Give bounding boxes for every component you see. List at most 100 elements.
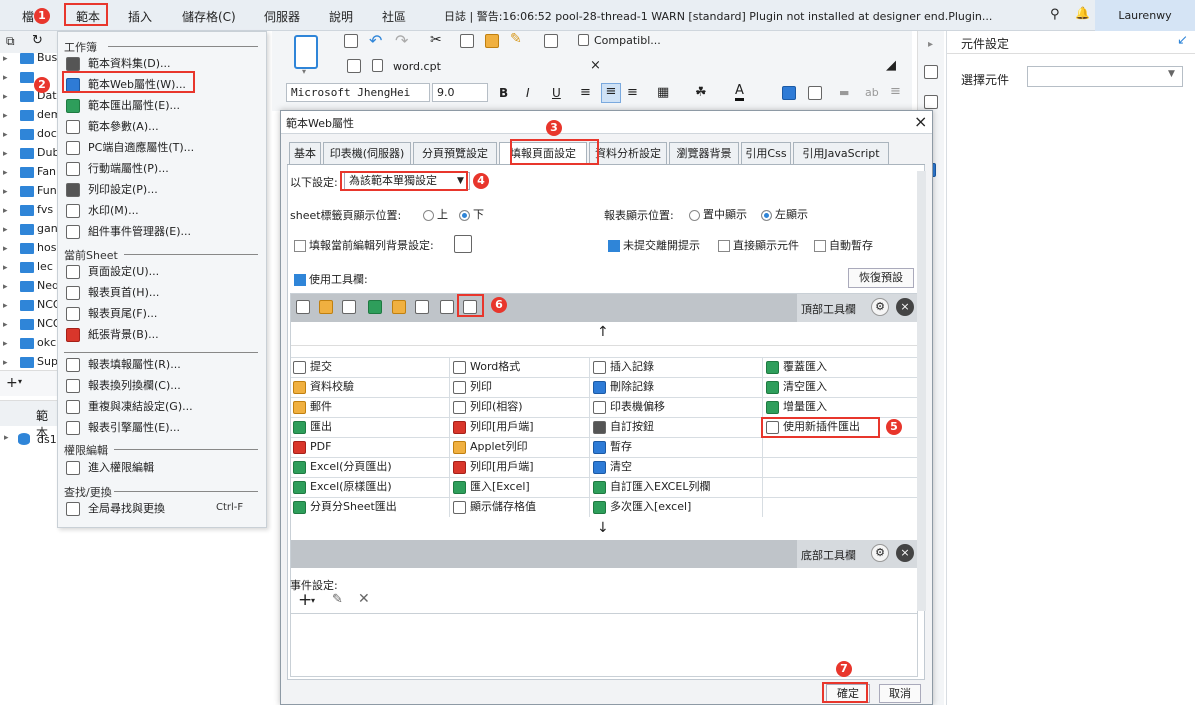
toolbar-button-option[interactable]: PDF xyxy=(291,437,449,457)
menu-item[interactable]: 列印設定(P)... xyxy=(66,180,262,200)
toolbar-button-option[interactable]: 增量匯入 xyxy=(764,397,918,417)
save-icon[interactable] xyxy=(344,34,358,48)
menu-item[interactable]: 水印(M)... xyxy=(66,201,262,221)
paste-icon[interactable] xyxy=(485,34,499,48)
dialog-tab[interactable]: 分頁預覽設定 xyxy=(413,142,497,164)
print-icon[interactable] xyxy=(342,300,356,314)
radio-center[interactable]: 置中顯示 xyxy=(686,206,747,222)
menu-item[interactable]: 進入權限編輯 xyxy=(66,458,262,478)
close-icon[interactable]: × xyxy=(914,112,927,131)
freeze-icon[interactable] xyxy=(782,86,796,100)
expand-icon[interactable]: ▸ xyxy=(3,149,8,159)
menu-item[interactable]: 行動端屬性(P)... xyxy=(66,159,262,179)
menu-item[interactable]: 組件事件管理器(E)... xyxy=(66,222,262,242)
mail-icon[interactable] xyxy=(392,300,406,314)
dialog-tab[interactable]: 瀏覽器背景 xyxy=(669,142,739,164)
expand-icon[interactable]: ▸ xyxy=(3,73,8,83)
text-icon[interactable]: ab xyxy=(865,86,879,99)
expand-icon[interactable]: ▸ xyxy=(3,225,8,235)
dialog-tab[interactable]: 引用Css xyxy=(741,142,791,164)
border-icon[interactable]: ▦ xyxy=(657,85,669,100)
grid-icon[interactable] xyxy=(347,59,361,73)
close-icon[interactable]: × xyxy=(590,58,601,73)
cut-icon[interactable]: ✂ xyxy=(430,32,442,48)
toolbar-button-option[interactable]: 刪除記錄 xyxy=(591,377,762,397)
unsubmitted-checkbox[interactable]: 未提交離開提示 xyxy=(608,237,700,253)
italic-icon[interactable]: I xyxy=(526,86,530,100)
verify-icon[interactable] xyxy=(319,300,333,314)
menu-insert[interactable]: 插入 xyxy=(128,8,152,25)
menu-item[interactable]: 報表頁首(H)... xyxy=(66,283,262,303)
toolbar-button-option[interactable]: 插入記錄 xyxy=(591,357,762,377)
gear-icon[interactable]: ⚙ xyxy=(871,298,889,316)
toolbar-button-option[interactable]: 列印 xyxy=(451,377,589,397)
redo-icon[interactable]: ↷ xyxy=(395,31,408,50)
arrow-up-icon[interactable]: ↑ xyxy=(597,324,609,340)
scrollbar[interactable] xyxy=(917,171,926,611)
collapse-icon[interactable]: ↙ xyxy=(1177,33,1188,48)
pin-icon[interactable]: ◢ xyxy=(886,58,896,73)
expand-icon[interactable]: ▸ xyxy=(3,168,8,178)
menu-item[interactable]: 報表頁尾(F)... xyxy=(66,304,262,324)
toolbar-button-option[interactable]: 匯入[Excel] xyxy=(451,477,589,497)
chevron-down-icon[interactable]: ▾ xyxy=(302,67,306,76)
menu-server[interactable]: 伺服器 xyxy=(264,8,300,25)
menu-cell[interactable]: 儲存格(C) xyxy=(182,8,236,25)
align-left-icon[interactable]: ≡ xyxy=(580,85,591,100)
dialog-tab[interactable]: 基本 xyxy=(289,142,321,164)
arrow-down-icon[interactable]: ↓ xyxy=(597,520,609,536)
format-brush-icon[interactable]: ✎ xyxy=(510,31,522,47)
expand-icon[interactable]: ▸ xyxy=(3,111,8,121)
template-icon[interactable] xyxy=(294,35,318,69)
expand-icon[interactable]: ▸ xyxy=(3,130,8,140)
font-color-icon[interactable]: A xyxy=(735,83,744,101)
menu-item[interactable]: 重複與凍結設定(G)... xyxy=(66,397,262,417)
wrap-icon[interactable]: ≡ xyxy=(890,84,901,99)
fill-color-icon[interactable]: ☘ xyxy=(695,85,707,100)
toolbar-button-option[interactable]: 列印[用戶端] xyxy=(451,417,589,437)
expand-icon[interactable]: ▸ xyxy=(3,54,8,64)
toolbar-button-option[interactable]: 提交 xyxy=(291,357,449,377)
edit-icon[interactable]: ✎ xyxy=(332,592,343,607)
toolbar-button-option[interactable]: 顯示儲存格值 xyxy=(451,497,589,517)
toolbar-button-option[interactable]: 清空匯入 xyxy=(764,377,918,397)
expand-icon[interactable]: ▸ xyxy=(3,206,8,216)
expand-icon[interactable]: ▸ xyxy=(3,187,8,197)
expand-icon[interactable]: ▸ xyxy=(3,301,8,311)
toolbar-button-option[interactable]: 清空 xyxy=(591,457,762,477)
auto-save-checkbox[interactable]: 自動暫存 xyxy=(814,237,873,253)
remove-icon[interactable]: × xyxy=(896,544,914,562)
toolbar-button-option[interactable]: 多次匯入[excel] xyxy=(591,497,762,517)
copy-icon[interactable] xyxy=(460,34,474,48)
user-name[interactable]: Laurenwy xyxy=(1095,0,1195,31)
radio-top[interactable]: 上 xyxy=(420,206,448,222)
bucket-icon[interactable] xyxy=(454,235,472,253)
toolbar-button-option[interactable]: Applet列印 xyxy=(451,437,589,457)
menu-item[interactable]: PC端自適應屬性(T)... xyxy=(66,138,262,158)
insert-row-icon[interactable] xyxy=(415,300,429,314)
direct-show-checkbox[interactable]: 直接顯示元件 xyxy=(718,237,799,253)
menu-item[interactable]: 報表換列換欄(C)... xyxy=(66,376,262,396)
dialog-tab[interactable]: 資料分析設定 xyxy=(589,142,667,164)
cell-attr-icon[interactable] xyxy=(924,65,938,79)
toolbar-button-option[interactable]: Excel(分頁匯出) xyxy=(291,457,449,477)
chevron-down-icon[interactable]: ▾ xyxy=(311,596,315,605)
refresh-icon[interactable]: ↻ xyxy=(32,33,43,48)
chevron-right-icon[interactable]: ▸ xyxy=(928,39,933,50)
expand-icon[interactable]: ▸ xyxy=(3,263,8,273)
expand-icon[interactable]: ▸ xyxy=(3,339,8,349)
toolbar-button-option[interactable]: 匯出 xyxy=(291,417,449,437)
remove-icon[interactable]: × xyxy=(896,298,914,316)
chevron-down-icon[interactable]: ▾ xyxy=(18,377,22,386)
expand-icon[interactable]: ▸ xyxy=(4,433,9,443)
expand-icon[interactable]: ▸ xyxy=(3,244,8,254)
compatibility-label[interactable]: Compatibl... xyxy=(594,34,661,47)
align-right-icon[interactable]: ≡ xyxy=(627,85,638,100)
bell-icon[interactable]: 🔔 xyxy=(1075,6,1090,20)
bold-icon[interactable]: B xyxy=(499,86,508,100)
undo-icon[interactable]: ↶ xyxy=(369,31,382,50)
menu-item[interactable]: 範本匯出屬性(E)... xyxy=(66,96,262,116)
event-list[interactable] xyxy=(290,613,918,677)
widget-attr-icon[interactable] xyxy=(924,95,938,109)
toolbar-button-option[interactable]: 分頁分Sheet匯出 xyxy=(291,497,449,517)
